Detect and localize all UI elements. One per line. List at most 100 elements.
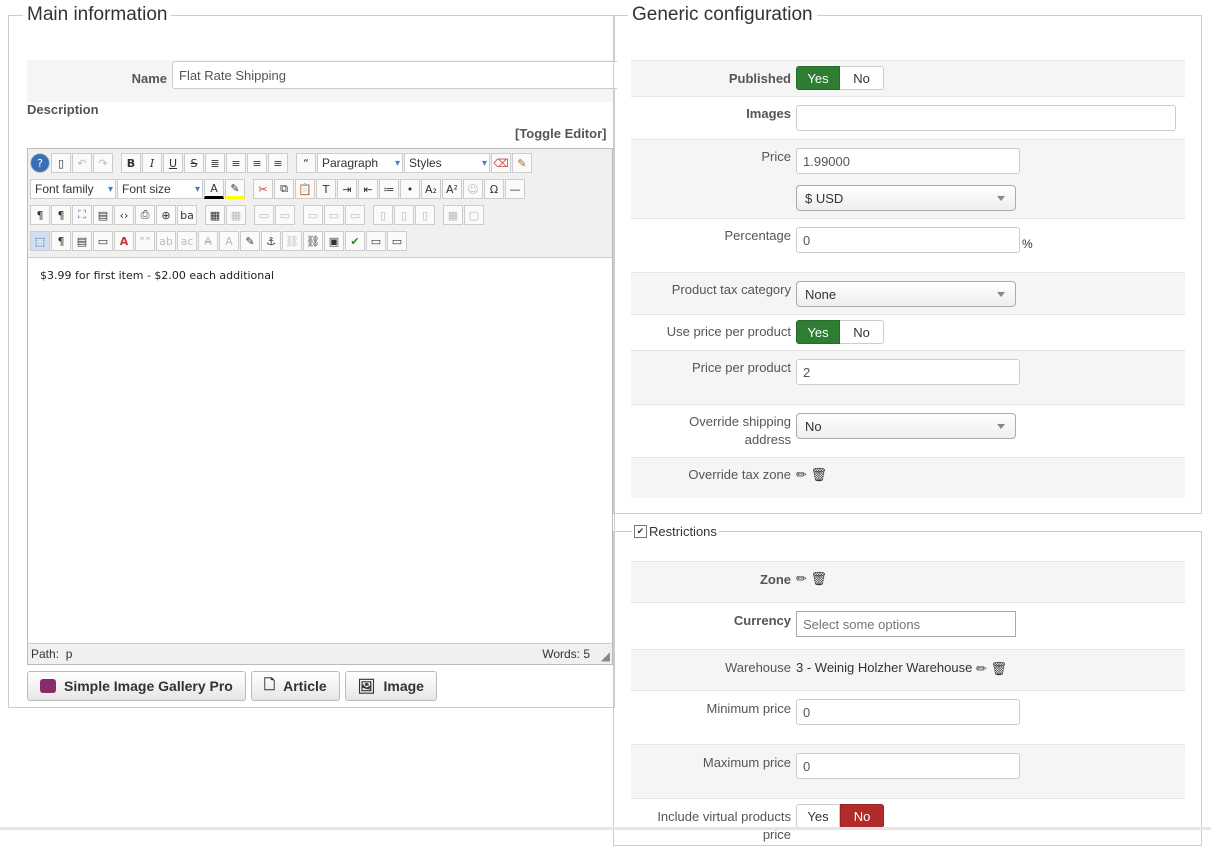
bullet-list-icon[interactable]: • xyxy=(400,179,420,199)
minimum-price-input[interactable] xyxy=(796,699,1020,725)
align-center-icon[interactable]: ≡ xyxy=(226,153,246,173)
highlight-color-icon[interactable]: ✎ xyxy=(225,179,245,199)
align-right-icon[interactable]: ≡ xyxy=(268,153,288,173)
cleanup-brush-icon[interactable]: ✎ xyxy=(512,153,532,173)
use-price-yes[interactable]: Yes xyxy=(796,320,840,344)
include-virtual-no[interactable]: No xyxy=(840,804,884,828)
emotions-icon[interactable]: ☺ xyxy=(463,179,483,199)
show-blocks-icon[interactable]: ¶ xyxy=(51,231,71,251)
trash-icon[interactable]: 🗑 xyxy=(811,467,828,483)
price-input[interactable] xyxy=(796,148,1020,174)
percentage-input[interactable] xyxy=(796,227,1020,253)
images-input[interactable] xyxy=(796,105,1176,131)
eraser-icon[interactable]: ⌫ xyxy=(491,153,511,173)
col-after-icon[interactable]: ▯ xyxy=(394,205,414,225)
source-code-icon[interactable]: ‹› xyxy=(114,205,134,225)
published-no[interactable]: No xyxy=(840,66,884,90)
restrictions-checkbox[interactable]: ✔ xyxy=(634,525,647,538)
include-virtual-toggle[interactable]: Yes No xyxy=(796,804,884,828)
horizontal-rule-icon[interactable]: — xyxy=(505,179,525,199)
find-icon[interactable]: ⊕ xyxy=(156,205,176,225)
price-per-product-input[interactable] xyxy=(796,359,1020,385)
delete-text-icon[interactable]: A xyxy=(198,231,218,251)
copy-icon[interactable]: ⧉ xyxy=(274,179,294,199)
blockquote-icon[interactable]: “ xyxy=(296,153,316,173)
superscript-icon[interactable]: A² xyxy=(442,179,462,199)
include-virtual-yes[interactable]: Yes xyxy=(796,804,840,828)
anchor-icon[interactable]: ⚓ xyxy=(261,231,281,251)
rtl-icon[interactable]: ¶ xyxy=(51,205,71,225)
insert-image-icon[interactable]: ▣ xyxy=(324,231,344,251)
numbered-list-icon[interactable]: ≔ xyxy=(379,179,399,199)
zone-edit-pencil-icon[interactable]: ✏ xyxy=(796,571,807,587)
delete-col-icon[interactable]: ▯ xyxy=(415,205,435,225)
fullscreen-icon[interactable]: ⛶ xyxy=(72,205,92,225)
col-before-icon[interactable]: ▯ xyxy=(373,205,393,225)
warehouse-trash-icon[interactable]: 🗑 xyxy=(990,661,1007,677)
font-size-select[interactable]: Font size xyxy=(117,179,203,199)
outdent-icon[interactable]: ⇤ xyxy=(358,179,378,199)
italic-icon[interactable]: I xyxy=(142,153,162,173)
preview-icon[interactable]: ▤ xyxy=(93,205,113,225)
subscript-icon[interactable]: A₂ xyxy=(421,179,441,199)
insert-layer-icon[interactable]: ▤ xyxy=(72,231,92,251)
acronym-icon[interactable]: ac xyxy=(177,231,197,251)
published-toggle[interactable]: Yes No xyxy=(796,66,884,90)
template-icon[interactable]: ▭ xyxy=(366,231,386,251)
underline-icon[interactable]: U xyxy=(163,153,183,173)
indent-icon[interactable]: ⇥ xyxy=(337,179,357,199)
use-price-per-product-toggle[interactable]: Yes No xyxy=(796,320,884,344)
styles-select[interactable]: Styles xyxy=(404,153,490,173)
use-price-no[interactable]: No xyxy=(840,320,884,344)
tax-category-select[interactable]: None xyxy=(796,281,1016,307)
maximum-price-input[interactable] xyxy=(796,753,1020,779)
paste-icon[interactable]: 📋 xyxy=(295,179,315,199)
delete-row-icon[interactable]: ▭ xyxy=(345,205,365,225)
row-after-icon[interactable]: ▭ xyxy=(324,205,344,225)
cell-props-icon[interactable]: ▭ xyxy=(275,205,295,225)
split-cells-icon[interactable]: ▦ xyxy=(443,205,463,225)
row-props-icon[interactable]: ▭ xyxy=(254,205,274,225)
image-button[interactable]: 🖼 Image xyxy=(344,671,437,701)
media-icon[interactable]: ▭ xyxy=(387,231,407,251)
unlink-icon[interactable]: ⛓ xyxy=(282,231,302,251)
paste-text-icon[interactable]: T xyxy=(316,179,336,199)
styles-icon[interactable]: A xyxy=(114,231,134,251)
currency-select[interactable]: $ USD xyxy=(796,185,1016,211)
special-char-icon[interactable]: Ω xyxy=(484,179,504,199)
row-before-icon[interactable]: ▭ xyxy=(303,205,323,225)
visual-aid-icon[interactable]: ⬚ xyxy=(30,231,50,251)
zone-trash-icon[interactable]: 🗑 xyxy=(811,571,828,587)
cite-icon[interactable]: “” xyxy=(135,231,155,251)
override-shipping-select[interactable]: No xyxy=(796,413,1016,439)
align-left-icon[interactable]: ≡ xyxy=(247,153,267,173)
format-select[interactable]: Paragraph xyxy=(317,153,403,173)
undo-icon[interactable]: ↶ xyxy=(72,153,92,173)
align-justify-icon[interactable]: ≣ xyxy=(205,153,225,173)
spellcheck-icon[interactable]: ✔ xyxy=(345,231,365,251)
print-icon[interactable]: ⎙ xyxy=(135,205,155,225)
name-input[interactable] xyxy=(172,61,617,89)
abbr-icon[interactable]: ab xyxy=(156,231,176,251)
pagebreak-icon[interactable]: ▭ xyxy=(93,231,113,251)
font-family-select[interactable]: Font family xyxy=(30,179,116,199)
toggle-editor-link[interactable]: [Toggle Editor] xyxy=(515,126,606,141)
currency-multiselect[interactable] xyxy=(796,611,1016,637)
insert-text-icon[interactable]: A xyxy=(219,231,239,251)
published-yes[interactable]: Yes xyxy=(796,66,840,90)
redo-icon[interactable]: ↷ xyxy=(93,153,113,173)
link-icon[interactable]: ⛓ xyxy=(303,231,323,251)
help-icon[interactable]: ? xyxy=(30,153,50,173)
editor-content[interactable]: $3.99 for first item - $2.00 each additi… xyxy=(40,269,274,282)
cut-icon[interactable]: ✂ xyxy=(253,179,273,199)
replace-icon[interactable]: ba xyxy=(177,205,197,225)
warehouse-edit-pencil-icon[interactable]: ✏ xyxy=(976,661,987,677)
strikethrough-icon[interactable]: S xyxy=(184,153,204,173)
edit-pencil-icon[interactable]: ✏ xyxy=(796,467,807,483)
bold-icon[interactable]: B xyxy=(121,153,141,173)
insert-table-icon[interactable]: ▦ xyxy=(205,205,225,225)
article-button[interactable]: 🗋 Article xyxy=(250,671,340,701)
delete-table-icon[interactable]: ▦ xyxy=(226,205,246,225)
attributes-icon[interactable]: ✎ xyxy=(240,231,260,251)
simple-image-gallery-button[interactable]: Simple Image Gallery Pro xyxy=(27,671,246,701)
